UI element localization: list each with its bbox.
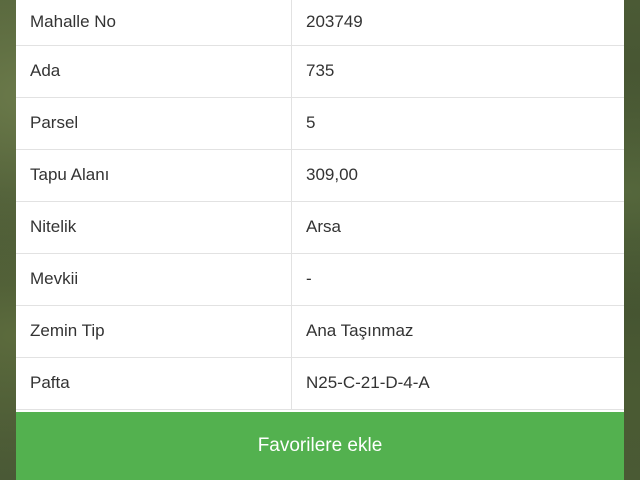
row-value-zemin-tip: Ana Taşınmaz	[291, 305, 624, 358]
row-key-mevkii: Mevkii	[16, 253, 292, 306]
add-to-favorites-button[interactable]: Favorilere ekle	[16, 412, 624, 480]
table-row-zemin-tip: Zemin Tip Ana Taşınmaz	[16, 305, 624, 358]
row-key-tapu-alani: Tapu Alanı	[16, 149, 292, 202]
table-row-ada: Ada 735	[16, 45, 624, 98]
row-key-zemin-tip: Zemin Tip	[16, 305, 292, 358]
row-value-mahalle-no: 203749	[291, 0, 624, 46]
row-key-mahalle-no: Mahalle No	[16, 0, 292, 46]
table-row-parsel: Parsel 5	[16, 97, 624, 150]
table-row-mahalle-no: Mahalle No 203749	[16, 0, 624, 46]
row-value-nitelik: Arsa	[291, 201, 624, 254]
table-row-tapu-alani: Tapu Alanı 309,00	[16, 149, 624, 202]
row-value-parsel: 5	[291, 97, 624, 150]
row-key-pafta: Pafta	[16, 357, 292, 410]
row-value-tapu-alani: 309,00	[291, 149, 624, 202]
row-value-ada: 735	[291, 45, 624, 98]
table-row-nitelik: Nitelik Arsa	[16, 201, 624, 254]
table-row-mevkii: Mevkii -	[16, 253, 624, 306]
row-value-mevkii: -	[291, 253, 624, 306]
row-value-pafta: N25-C-21-D-4-A	[291, 357, 624, 410]
row-key-ada: Ada	[16, 45, 292, 98]
table-row-pafta: Pafta N25-C-21-D-4-A	[16, 357, 624, 410]
parcel-info-panel: Mahalle No 203749 Ada 735 Parsel 5 Tapu …	[16, 0, 624, 480]
row-key-nitelik: Nitelik	[16, 201, 292, 254]
parcel-info-table: Mahalle No 203749 Ada 735 Parsel 5 Tapu …	[16, 0, 624, 410]
row-key-parsel: Parsel	[16, 97, 292, 150]
